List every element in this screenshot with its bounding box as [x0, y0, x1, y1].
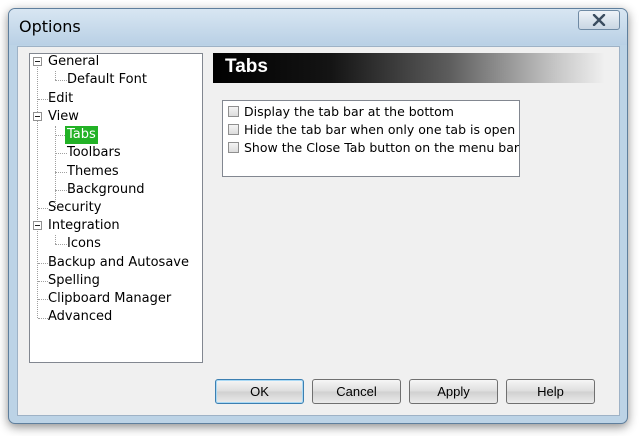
tree-connector	[55, 244, 67, 245]
tree-connector	[55, 126, 56, 208]
tree-item-themes[interactable]: Themes	[67, 163, 119, 181]
section-title: Tabs	[225, 56, 268, 77]
tree-connector	[55, 172, 67, 173]
tree-connector	[55, 80, 67, 81]
apply-button[interactable]: Apply	[409, 379, 498, 404]
tree-connector	[38, 299, 48, 300]
tree-item-backup[interactable]: Backup and Autosave	[48, 254, 189, 272]
tree-connector	[55, 235, 56, 244]
checkbox[interactable]	[228, 124, 239, 135]
tree-item-background[interactable]: Background	[67, 181, 145, 199]
tree-connector	[38, 208, 48, 209]
tree-item-advanced[interactable]: Advanced	[48, 308, 112, 326]
checkbox[interactable]	[228, 142, 239, 153]
collapse-icon[interactable]	[33, 57, 42, 66]
tree-item-clipboard-manager[interactable]: Clipboard Manager	[48, 290, 171, 308]
tree-item-integration[interactable]: Integration	[48, 217, 120, 235]
option-close-tab-button[interactable]: Show the Close Tab button on the menu ba…	[228, 139, 519, 156]
option-label: Display the tab bar at the bottom	[244, 104, 454, 119]
options-group: Display the tab bar at the bottom Hide t…	[222, 100, 520, 177]
tree-connector	[55, 153, 67, 154]
ok-button[interactable]: OK	[215, 379, 304, 404]
collapse-icon[interactable]	[33, 112, 42, 121]
tree-item-tabs[interactable]: Tabs	[65, 126, 98, 144]
tree-item-default-font[interactable]: Default Font	[67, 71, 147, 89]
tree-item-toolbars[interactable]: Toolbars	[67, 144, 121, 162]
checkbox[interactable]	[228, 106, 239, 117]
tree-item-security[interactable]: Security	[48, 199, 101, 217]
tree-connector	[38, 99, 48, 100]
section-header: Tabs	[213, 53, 605, 83]
tree-connector	[55, 71, 56, 80]
tree-connector	[38, 263, 48, 264]
tree-item-general[interactable]: General	[48, 53, 99, 71]
tree-item-edit[interactable]: Edit	[48, 90, 73, 108]
window-title: Options	[19, 17, 81, 36]
close-button[interactable]	[578, 10, 620, 30]
tree-item-view[interactable]: View	[48, 108, 79, 126]
dialog-body: General Default Font Edit View Tabs Tool…	[17, 46, 620, 416]
option-label: Show the Close Tab button on the menu ba…	[244, 140, 519, 155]
tree-connector	[38, 281, 48, 282]
help-button[interactable]: Help	[506, 379, 595, 404]
option-label: Hide the tab bar when only one tab is op…	[244, 122, 516, 137]
close-icon	[592, 14, 606, 26]
tree-item-spelling[interactable]: Spelling	[48, 272, 100, 290]
title-bar[interactable]: Options	[9, 9, 627, 45]
cancel-button[interactable]: Cancel	[312, 379, 401, 404]
tree-item-icons[interactable]: Icons	[67, 235, 101, 253]
category-tree[interactable]: General Default Font Edit View Tabs Tool…	[29, 53, 203, 363]
tree-connector	[38, 318, 48, 319]
collapse-icon[interactable]	[33, 221, 42, 230]
option-hide-single-tab[interactable]: Hide the tab bar when only one tab is op…	[228, 121, 515, 138]
tree-connector	[55, 190, 67, 191]
options-dialog: Options General Default Font Edit View T…	[8, 8, 628, 424]
option-tabbar-bottom[interactable]: Display the tab bar at the bottom	[228, 103, 454, 120]
tree-connector	[37, 64, 38, 318]
